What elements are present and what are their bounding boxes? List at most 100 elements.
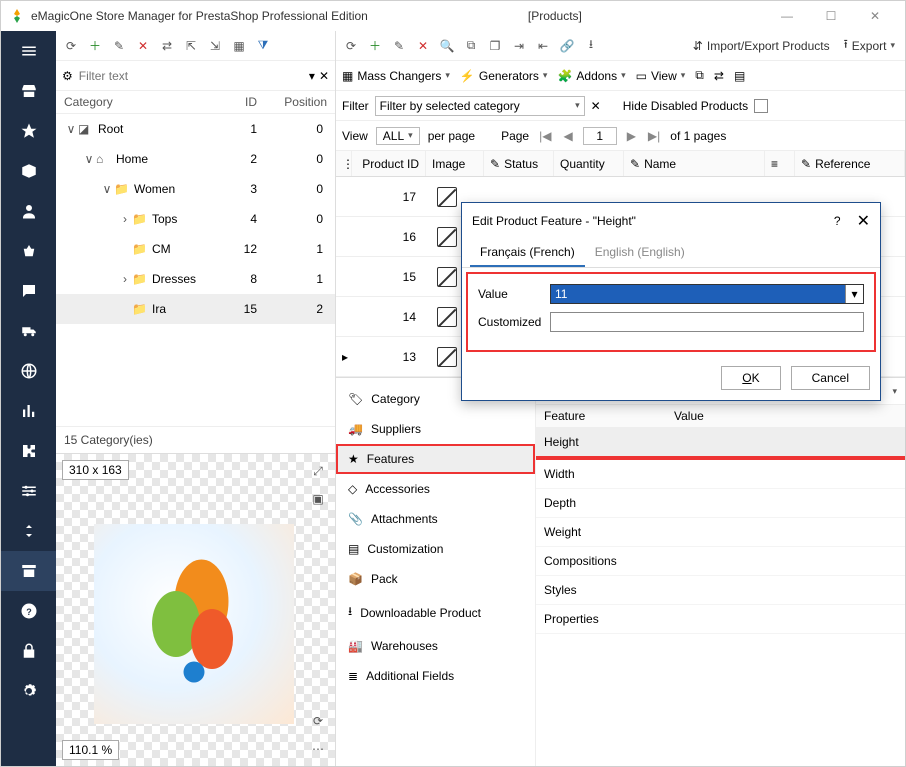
feature-row[interactable]: Height	[536, 428, 905, 458]
col-reference[interactable]: ✎Reference	[795, 151, 905, 176]
addons[interactable]: 🧩 Addons▾	[557, 69, 625, 83]
category-row[interactable]: ∨ ◪ Root 1 0	[56, 114, 335, 144]
features-menu-caret[interactable]: ▾	[892, 386, 897, 397]
sheet-button[interactable]: ▦	[230, 37, 248, 55]
next-page-button[interactable]: ▶	[625, 129, 638, 143]
tab-customization[interactable]: ▤Customization	[336, 534, 535, 564]
col-name[interactable]: ✎Name	[624, 151, 765, 176]
search-button[interactable]: 🔍	[438, 37, 456, 55]
nav-basket[interactable]	[1, 231, 56, 271]
generators[interactable]: ⚡ Generators▾	[460, 69, 548, 83]
nav-user[interactable]	[1, 191, 56, 231]
delete-product-button[interactable]: ✕	[414, 37, 432, 55]
tab-warehouses[interactable]: 🏭Warehouses	[336, 631, 535, 661]
tab-english[interactable]: English (English)	[585, 239, 695, 267]
col-extra[interactable]: ≡	[765, 151, 795, 176]
filter-toggle-button[interactable]: ⧩	[254, 37, 272, 55]
first-page-button[interactable]: |◀	[537, 129, 553, 143]
import-button[interactable]: ⭳	[582, 37, 600, 55]
filter-icon[interactable]: ▾	[309, 69, 315, 83]
nav-lock[interactable]	[1, 631, 56, 671]
hide-disabled-checkbox[interactable]	[754, 99, 768, 113]
dialog-help-icon[interactable]: ?	[834, 214, 841, 228]
page-input[interactable]	[583, 127, 617, 145]
import-export-products[interactable]: ⇵Import/Export Products	[689, 37, 834, 55]
category-tree[interactable]: ∨ ◪ Root 1 0 ∨ ⌂ Home 2 0 ∨ 📁 Women 3 0 …	[56, 114, 335, 426]
value-select[interactable]: 11 ▾	[550, 284, 864, 304]
per-page-select[interactable]: ALL▾	[376, 127, 420, 145]
copy-button[interactable]: ❐	[486, 37, 504, 55]
filter-clear-icon[interactable]: ✕	[591, 99, 601, 113]
box-image-icon[interactable]: ▣	[309, 490, 327, 508]
category-row[interactable]: 📁 CM 12 1	[56, 234, 335, 264]
category-row[interactable]: ∨ 📁 Women 3 0	[56, 174, 335, 204]
nav-archive[interactable]	[1, 551, 56, 591]
col-category[interactable]: Category	[64, 95, 207, 109]
mass-changers[interactable]: ▦ Mass Changers▾	[342, 69, 450, 83]
nav-menu[interactable]	[1, 31, 56, 71]
nav-store[interactable]	[1, 71, 56, 111]
clear-filter-icon[interactable]: ✕	[319, 69, 329, 83]
nav-help[interactable]: ?	[1, 591, 56, 631]
tab-downloadable-product[interactable]: ⭳Downloadable Product	[336, 594, 535, 631]
tab-suppliers[interactable]: 🚚Suppliers	[336, 414, 535, 444]
tree-expand-button[interactable]: ⇱	[182, 37, 200, 55]
tab-french[interactable]: Français (French)	[470, 239, 585, 267]
col-image[interactable]: Image	[426, 151, 484, 176]
category-row[interactable]: › 📁 Dresses 8 1	[56, 264, 335, 294]
expand-image-icon[interactable]: ⤢	[309, 462, 327, 480]
tab-features[interactable]: ★Features	[336, 444, 535, 474]
feature-row[interactable]: Depth	[536, 489, 905, 518]
receive-button[interactable]: ⇤	[534, 37, 552, 55]
col-position[interactable]: Position	[257, 95, 327, 109]
cancel-button[interactable]: Cancel	[791, 366, 870, 390]
nav-star[interactable]	[1, 111, 56, 151]
more-image-icon[interactable]: ⋯	[309, 740, 327, 758]
export-button[interactable]: ⭱Export▾	[840, 33, 899, 58]
edit-product-button[interactable]: ✎	[390, 37, 408, 55]
nav-package[interactable]	[1, 151, 56, 191]
minimize-button[interactable]: —	[765, 1, 809, 31]
tab-attachments[interactable]: 📎Attachments	[336, 504, 535, 534]
tab-pack[interactable]: 📦Pack	[336, 564, 535, 594]
refresh-button[interactable]: ⟳	[342, 37, 360, 55]
add-button[interactable]: ＋	[86, 37, 104, 55]
dialog-close-icon[interactable]: ✕	[857, 211, 870, 231]
last-page-button[interactable]: ▶|	[646, 129, 662, 143]
feature-row[interactable]: Properties	[536, 605, 905, 634]
col-value[interactable]: Value	[674, 409, 704, 423]
add-product-button[interactable]: ＋	[366, 37, 384, 55]
col-quantity[interactable]: Quantity	[554, 151, 624, 176]
category-row[interactable]: ∨ ⌂ Home 2 0	[56, 144, 335, 174]
category-row[interactable]: › 📁 Tops 4 0	[56, 204, 335, 234]
chevron-down-icon[interactable]: ▾	[845, 285, 863, 303]
edit-button[interactable]: ✎	[110, 37, 128, 55]
nav-puzzle[interactable]	[1, 431, 56, 471]
tree-collapse-button[interactable]: ⇲	[206, 37, 224, 55]
customized-input[interactable]	[550, 312, 864, 332]
tab-accessories[interactable]: ◇Accessories	[336, 474, 535, 504]
send-button[interactable]: ⇥	[510, 37, 528, 55]
view-menu[interactable]: ▭ View▾	[636, 69, 686, 83]
nav-chart[interactable]	[1, 391, 56, 431]
gear-icon[interactable]: ⚙	[62, 69, 73, 83]
nav-settings[interactable]	[1, 671, 56, 711]
feature-row[interactable]: Compositions	[536, 547, 905, 576]
tab-additional-fields[interactable]: ≣Additional Fields	[336, 661, 535, 691]
col-feature[interactable]: Feature	[544, 409, 674, 423]
category-filter-input[interactable]	[77, 67, 305, 85]
prev-page-button[interactable]: ◀	[561, 129, 574, 143]
tool-2[interactable]: ⇄	[714, 69, 724, 83]
ok-button[interactable]: OK	[721, 366, 780, 390]
col-id[interactable]: ID	[207, 95, 257, 109]
category-row[interactable]: 📁 Ira 15 2	[56, 294, 335, 324]
col-status[interactable]: ✎Status	[484, 151, 554, 176]
nav-globe[interactable]	[1, 351, 56, 391]
feature-row[interactable]: Styles	[536, 576, 905, 605]
feature-row[interactable]: Weight	[536, 518, 905, 547]
filter-mode-select[interactable]: Filter by selected category▾	[375, 96, 585, 116]
swap-button[interactable]: ⇄	[158, 37, 176, 55]
features-list[interactable]: HeightWidthDepthWeightCompositionsStyles…	[536, 428, 905, 634]
products-grid[interactable]: 17 16 15 14 ▸ 13 Edit Product Feature - …	[336, 177, 905, 377]
delete-button[interactable]: ✕	[134, 37, 152, 55]
